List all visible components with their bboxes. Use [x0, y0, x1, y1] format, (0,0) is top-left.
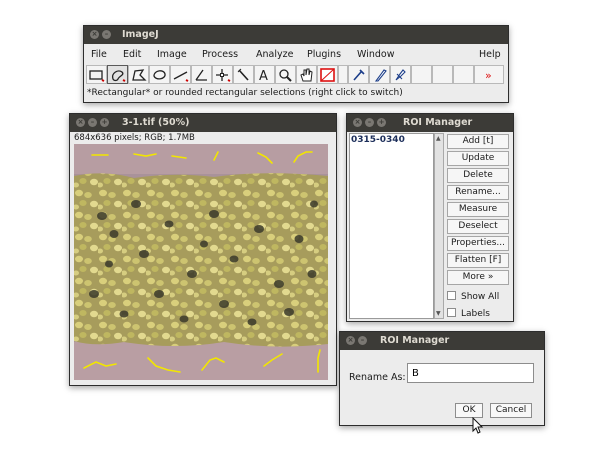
labels-checkbox[interactable]: Labels	[447, 308, 490, 319]
flatten-button[interactable]: Flatten [F]	[447, 253, 509, 268]
update-button[interactable]: Update	[447, 151, 509, 166]
window-title: 3-1.tif (50%)	[122, 117, 190, 128]
oval-selection-icon[interactable]	[149, 65, 170, 84]
minimize-icon[interactable]: –	[102, 30, 111, 39]
scroll-down-icon[interactable]: ▼	[436, 310, 441, 317]
cancel-button[interactable]: Cancel	[490, 403, 532, 418]
minimize-icon[interactable]: –	[365, 118, 374, 127]
menu-image[interactable]: Image	[157, 49, 187, 60]
minimize-icon[interactable]: –	[358, 336, 367, 345]
add-button[interactable]: Add [t]	[447, 134, 509, 149]
minimize-icon[interactable]: –	[88, 118, 97, 127]
rectangle-selection-icon[interactable]	[86, 65, 107, 84]
list-item[interactable]: 0315-0340	[351, 135, 405, 145]
menu-help[interactable]: Help	[479, 49, 501, 60]
checkbox-box[interactable]	[447, 308, 456, 317]
labels-label: Labels	[461, 309, 490, 319]
window-title: ImageJ	[122, 29, 159, 40]
imagej-titlebar[interactable]: × – ImageJ	[84, 26, 508, 44]
menu-plugins[interactable]: Plugins	[307, 49, 341, 60]
pencil-icon[interactable]	[369, 65, 390, 84]
menu-window[interactable]: Window	[357, 49, 394, 60]
status-bar: *Rectangular* or rounded rectangular sel…	[87, 88, 403, 98]
dialog-title: ROI Manager	[380, 335, 450, 346]
image-info: 684x636 pixels; RGB; 1.7MB	[74, 133, 195, 143]
toolbar: A »	[86, 65, 506, 85]
show-all-checkbox[interactable]: Show All	[447, 291, 499, 302]
imagej-window: × – ImageJ File Edit Image Process Analy…	[83, 25, 509, 103]
image-window: × – + 3-1.tif (50%) 684x636 pixels; RGB;…	[69, 113, 337, 386]
wand-tool-icon[interactable]	[233, 65, 254, 84]
scrollbar[interactable]: ▲ ▼	[434, 133, 444, 319]
delete-button[interactable]: Delete	[447, 168, 509, 183]
roi-manager-window: × – + ROI Manager 0315-0340 ▲ ▼ Add [t] …	[346, 113, 514, 322]
image-canvas[interactable]	[74, 144, 328, 380]
roi-list[interactable]: 0315-0340	[349, 133, 434, 319]
toolbar-separator	[338, 65, 348, 84]
maximize-icon[interactable]: +	[377, 118, 386, 127]
color-picker-icon[interactable]	[317, 65, 338, 84]
close-icon[interactable]: ×	[90, 30, 99, 39]
menu-file[interactable]: File	[91, 49, 107, 60]
polygon-selection-icon[interactable]	[128, 65, 149, 84]
rename-input[interactable]	[407, 363, 534, 383]
freehand-selection-icon[interactable]	[107, 65, 128, 84]
window-title: ROI Manager	[403, 117, 473, 128]
dropper-icon[interactable]	[348, 65, 369, 84]
scroll-up-icon[interactable]: ▲	[436, 135, 441, 142]
rename-button[interactable]: Rename...	[447, 185, 509, 200]
text-tool-icon[interactable]: A	[254, 65, 275, 84]
mouse-cursor-icon	[472, 417, 484, 434]
properties-button[interactable]: Properties...	[447, 236, 509, 251]
magnifier-icon[interactable]	[275, 65, 296, 84]
checkbox-box[interactable]	[447, 291, 456, 300]
empty-tool-slot[interactable]	[453, 65, 474, 84]
image-titlebar[interactable]: × – + 3-1.tif (50%)	[70, 114, 336, 132]
rename-as-label: Rename As:	[349, 372, 406, 383]
close-icon[interactable]: ×	[76, 118, 85, 127]
empty-tool-slot[interactable]	[411, 65, 432, 84]
line-selection-icon[interactable]	[170, 65, 191, 84]
menu-edit[interactable]: Edit	[123, 49, 141, 60]
hand-scroll-icon[interactable]	[296, 65, 317, 84]
ok-button[interactable]: OK	[455, 403, 483, 418]
svg-text:»: »	[485, 69, 492, 82]
more-tools-icon[interactable]: »	[474, 65, 504, 84]
brush-icon[interactable]	[390, 65, 411, 84]
measure-button[interactable]: Measure	[447, 202, 509, 217]
point-tool-icon[interactable]	[212, 65, 233, 84]
svg-text:A: A	[259, 69, 268, 82]
menubar: File Edit Image Process Analyze Plugins …	[84, 45, 508, 63]
roi-manager-titlebar[interactable]: × – + ROI Manager	[347, 114, 513, 132]
close-icon[interactable]: ×	[346, 336, 355, 345]
close-icon[interactable]: ×	[353, 118, 362, 127]
angle-tool-icon[interactable]	[191, 65, 212, 84]
menu-analyze[interactable]: Analyze	[256, 49, 293, 60]
maximize-icon[interactable]: +	[100, 118, 109, 127]
menu-process[interactable]: Process	[202, 49, 238, 60]
deselect-button[interactable]: Deselect	[447, 219, 509, 234]
empty-tool-slot[interactable]	[432, 65, 453, 84]
rename-dialog: × – ROI Manager Rename As: OK Cancel	[339, 331, 545, 426]
more-button[interactable]: More »	[447, 270, 509, 285]
show-all-label: Show All	[461, 292, 500, 302]
dialog-titlebar[interactable]: × – ROI Manager	[340, 332, 544, 350]
